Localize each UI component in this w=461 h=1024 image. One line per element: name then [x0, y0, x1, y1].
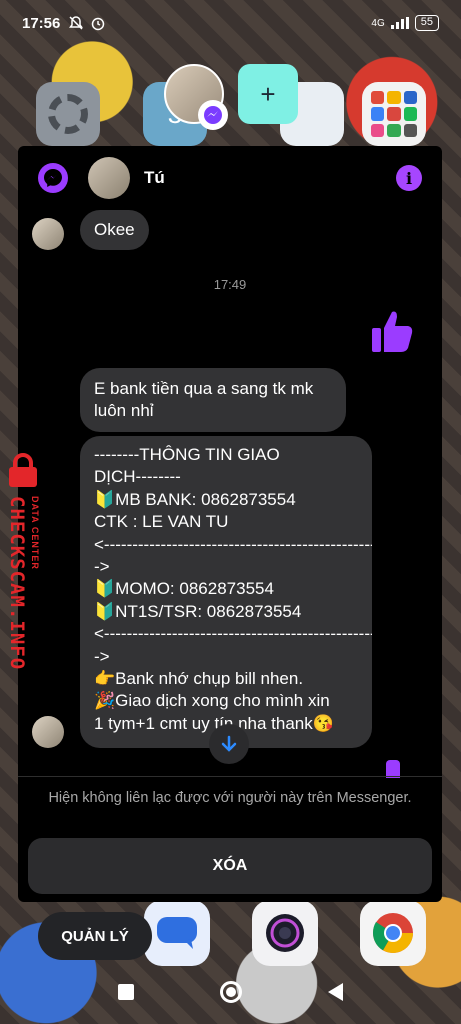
- chat-head-bubble[interactable]: [164, 64, 228, 130]
- contact-name[interactable]: Tú: [144, 168, 165, 188]
- contact-avatar-small: [32, 716, 64, 748]
- status-bar: 17:56 4G 55: [0, 0, 461, 46]
- settings-app-icon[interactable]: [36, 82, 100, 146]
- clock: 17:56: [22, 14, 61, 32]
- home-button[interactable]: [220, 981, 242, 1003]
- thumbs-up-icon[interactable]: 👍: [370, 308, 414, 354]
- messages-app-icon[interactable]: [144, 900, 210, 966]
- messenger-badge-icon: [198, 100, 228, 130]
- navigation-bar: [0, 960, 461, 1024]
- messenger-icon[interactable]: [38, 163, 68, 193]
- message-bubble[interactable]: Okee: [80, 210, 149, 250]
- camera-icon: [266, 914, 304, 952]
- unreachable-notice: Hiện không liên lạc được với người này t…: [48, 790, 412, 806]
- mute-notification-icon: [69, 16, 84, 30]
- chrome-icon: [372, 913, 413, 953]
- plus-icon: +: [260, 78, 276, 109]
- network-type: 4G: [371, 17, 385, 29]
- delete-button[interactable]: XÓA: [28, 838, 432, 894]
- status-icons: [68, 15, 106, 31]
- arrow-down-icon: [221, 735, 237, 752]
- alarm-icon: [92, 17, 105, 31]
- message-bubble[interactable]: E bank tiền qua a sang tk mk luôn nhỉ: [80, 368, 346, 432]
- signal-icon: [390, 17, 409, 29]
- manage-button[interactable]: QUẢN LÝ: [38, 912, 152, 960]
- timestamp: 17:49: [213, 277, 247, 292]
- contact-avatar-small: [32, 218, 64, 250]
- info-icon[interactable]: i: [396, 165, 422, 191]
- chat-header: Tú i: [18, 146, 442, 210]
- battery-icon: 55: [414, 15, 439, 31]
- chat-panel: Tú i Okee 17:49 👍 E bank tiền qua a sang…: [18, 146, 442, 902]
- recents-button[interactable]: [118, 984, 134, 1000]
- scroll-down-button[interactable]: [209, 724, 249, 764]
- back-button[interactable]: [328, 983, 343, 1001]
- status-right: 4G 55: [371, 15, 439, 31]
- watermark-brand: CHECKSCAM.INFO: [6, 496, 28, 671]
- watermark: CHECKSCAM.INFO DATA CENTER: [2, 452, 44, 682]
- gear-icon: [48, 94, 88, 134]
- add-button[interactable]: +: [238, 64, 298, 124]
- camera-app-icon[interactable]: [252, 900, 318, 966]
- transaction-info-message[interactable]: --------THÔNG TIN GIAO DỊCH-------- 🔰MB …: [80, 436, 372, 748]
- contact-avatar[interactable]: [88, 157, 130, 199]
- lock-icon: [9, 453, 37, 487]
- app-folder-icon-2[interactable]: [362, 82, 426, 146]
- divider: [18, 776, 442, 777]
- watermark-tagline: DATA CENTER: [30, 496, 40, 570]
- chrome-app-icon[interactable]: [360, 900, 426, 966]
- messages-icon: [157, 917, 197, 949]
